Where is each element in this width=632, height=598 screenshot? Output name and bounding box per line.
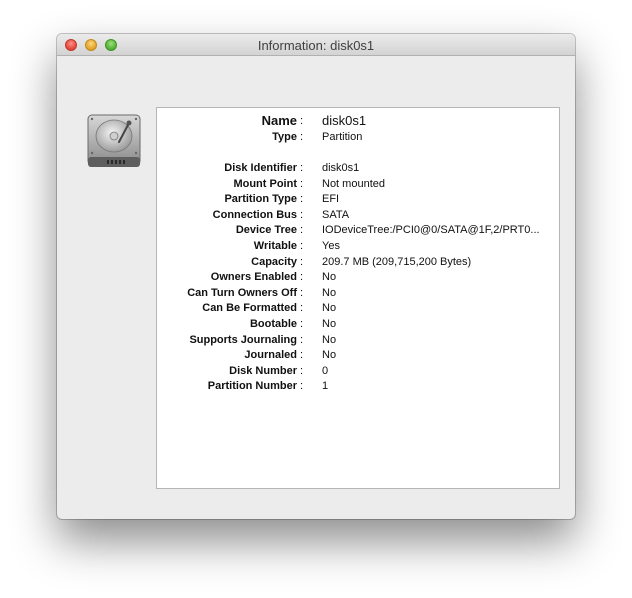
info-value: No [322, 286, 337, 299]
info-row-type: Type : Partition [157, 129, 559, 145]
separator: : [300, 333, 304, 346]
hard-disk-icon [87, 114, 141, 167]
info-label: Capacity [251, 255, 297, 268]
separator: : [300, 349, 304, 362]
separator: : [300, 177, 304, 190]
info-value: Yes [322, 240, 340, 252]
separator: : [300, 318, 304, 330]
info-label: Connection Bus [212, 208, 297, 221]
info-row: Can Turn Owners Off: No [157, 285, 559, 301]
info-value: No [322, 333, 337, 346]
window-title: Information: disk0s1 [257, 38, 375, 53]
separator: : [300, 208, 304, 221]
info-row: Supports Journaling: No [157, 332, 559, 348]
info-row: Disk Identifier: disk0s1 [157, 160, 559, 176]
separator: : [300, 131, 304, 143]
info-label: Disk Number [229, 364, 297, 377]
info-label: Journaled [244, 349, 297, 362]
info-row: Owners Enabled: No [157, 269, 559, 285]
info-row: Writable: Yes [157, 238, 559, 254]
info-value: SATA [322, 208, 350, 221]
separator: : [300, 162, 304, 174]
info-row: Mount Point: Not mounted [157, 176, 559, 192]
name-label: Name [261, 113, 297, 128]
info-label: Device Tree [235, 224, 297, 237]
info-row: Can Be Formatted: No [157, 300, 559, 316]
info-label: Can Be Formatted [202, 302, 297, 315]
name-value: disk0s1 [322, 113, 367, 128]
info-row: Journaled: No [157, 347, 559, 363]
info-label: Supports Journaling [189, 333, 297, 346]
info-row: Partition Type: EFI [157, 191, 559, 207]
info-value: disk0s1 [322, 162, 360, 174]
separator: : [300, 286, 304, 299]
separator: : [300, 240, 304, 252]
info-value: IODeviceTree:/PCI0@0/SATA@1F,2/PRT0... [322, 224, 540, 237]
separator: : [300, 193, 304, 206]
info-value: No [322, 318, 337, 330]
separator: : [300, 380, 304, 393]
info-window: Information: disk0s1 Name: disk0s1 Type… [57, 34, 575, 519]
info-label: Partition Number [207, 380, 297, 393]
separator: : [300, 271, 304, 284]
info-label: Partition Type [224, 193, 297, 206]
info-panel: Name : disk0s1 Type : Partition Disk Ide… [156, 107, 560, 489]
info-value: No [322, 302, 337, 315]
info-label: Writable [253, 240, 297, 252]
type-label: Type [272, 131, 297, 143]
separator: : [300, 364, 304, 377]
info-row: Capacity: 209.7 MB (209,715,200 Bytes) [157, 254, 559, 270]
info-label: Bootable [249, 318, 297, 330]
separator: : [300, 224, 304, 237]
info-row: Partition Number: 1 [157, 378, 559, 394]
info-value: 1 [322, 380, 329, 393]
info-label: Owners Enabled [210, 271, 297, 284]
info-label: Mount Point [233, 177, 297, 190]
type-value: Partition [322, 131, 363, 143]
info-value: EFI [322, 193, 340, 206]
info-label: Disk Identifier [224, 162, 297, 174]
info-value: No [322, 349, 337, 362]
info-value: No [322, 271, 337, 284]
info-value: Not mounted [322, 177, 385, 190]
info-row: Connection Bus: SATA [157, 207, 559, 223]
info-label: Can Turn Owners Off [187, 286, 297, 299]
info-value: 0 [322, 364, 329, 377]
info-row: Bootable: No [157, 316, 559, 332]
separator: : [300, 302, 304, 315]
separator: : [300, 115, 304, 127]
separator: : [300, 255, 304, 268]
info-row: Device Tree: IODeviceTree:/PCI0@0/SATA@1F… [157, 222, 559, 238]
info-row-name: Name : disk0s1 [157, 113, 559, 129]
info-row: Disk Number: 0 [157, 363, 559, 379]
info-value: 209.7 MB (209,715,200 Bytes) [322, 255, 472, 268]
title-bar[interactable]: Information: disk0s1 [57, 34, 575, 56]
